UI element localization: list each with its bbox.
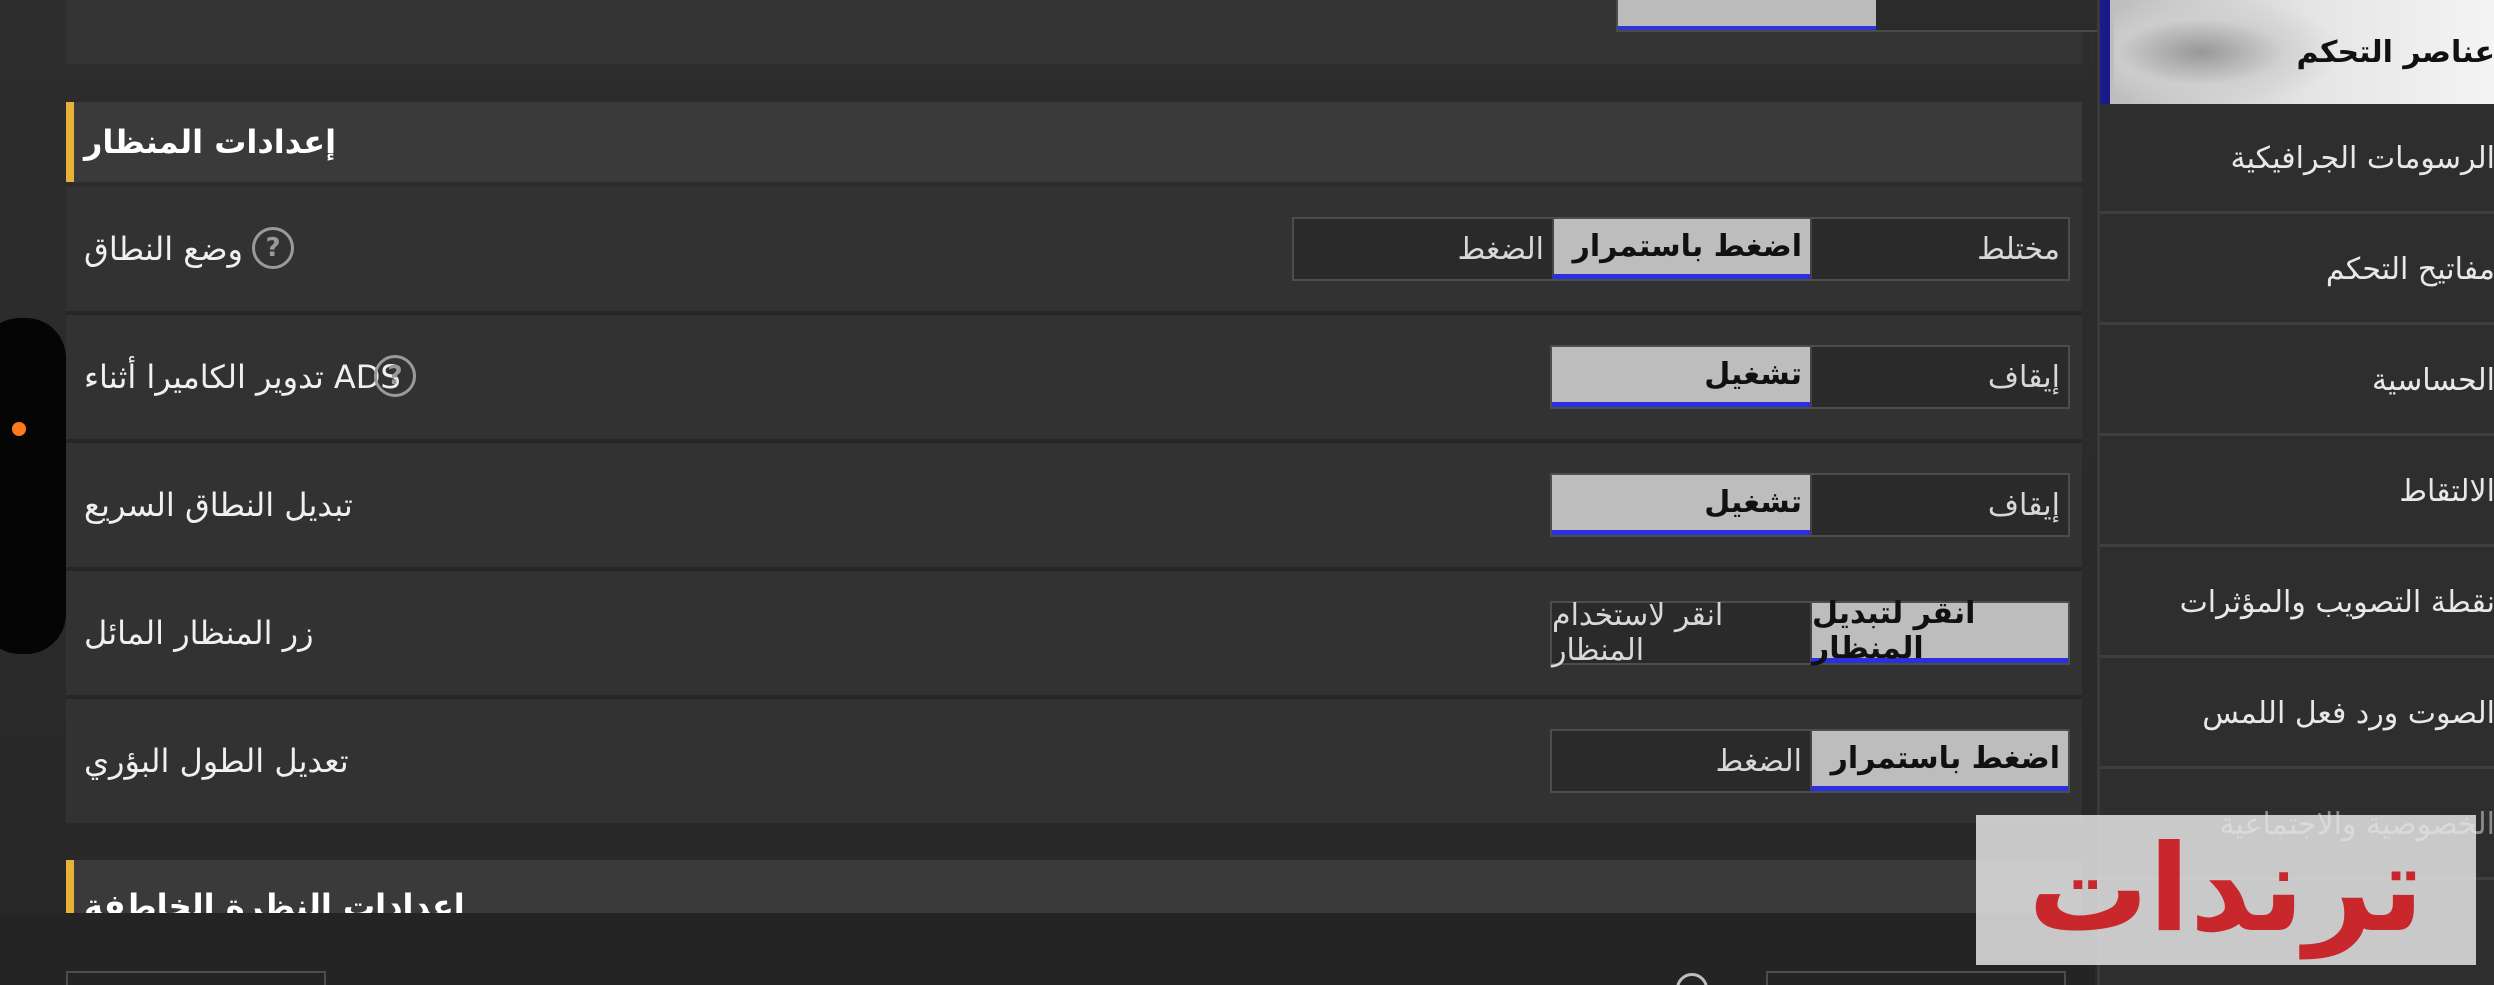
ads-rotation-segmented-control[interactable]: تشغيل إيقاف — [1550, 345, 2070, 409]
setting-label: وضع النطاق — [84, 230, 243, 268]
focal-length-segmented-control[interactable]: الضغط اضغط باستمرار — [1550, 729, 2070, 793]
option-off[interactable]: إيقاف — [1810, 475, 2068, 535]
canted-scope-segmented-control[interactable]: انقر لاستخدام المنظار انقر لتبديل المنظا… — [1550, 596, 2070, 668]
side-handle[interactable] — [0, 318, 66, 654]
setting-row-scope-mode: وضع النطاق ? الضغط اضغط باستمرار مختلط — [66, 187, 2082, 311]
settings-row-partial — [66, 0, 2133, 64]
sidebar-item-graphics[interactable]: الرسومات الجرافيكية — [2100, 106, 2494, 214]
setting-label: تبديل النطاق السريع — [84, 486, 353, 524]
option-on[interactable]: تشغيل — [1552, 475, 1810, 535]
option-press[interactable]: الضغط — [1552, 731, 1810, 791]
setting-label: تدوير الكاميرا أثناء ADS — [84, 358, 401, 396]
option-mixed[interactable]: مختلط — [1810, 219, 2068, 279]
setting-row-focal-length: تعديل الطول البؤري الضغط اضغط باستمرار — [66, 699, 2082, 823]
setting-row-canted-scope-button: زر المنظار المائل انقر لاستخدام المنظار … — [66, 571, 2082, 695]
section-header-scope: إعدادات المنظار — [66, 102, 2082, 182]
bottom-action-bar — [0, 913, 2095, 985]
setting-row-quick-scope-switch: تبديل النطاق السريع تشغيل إيقاف — [66, 443, 2082, 567]
sidebar-item-crosshair-effects[interactable]: نقطة التصويب والمؤثرات — [2100, 550, 2494, 658]
option-tap-to-use[interactable]: انقر لاستخدام المنظار — [1552, 598, 1810, 668]
bottom-circle-icon[interactable] — [1676, 973, 1708, 985]
option-off[interactable]: إيقاف — [1810, 347, 2068, 407]
watermark-logo: ترندات — [1976, 815, 2476, 965]
option-partial[interactable] — [1876, 0, 2131, 30]
sidebar-item-controls[interactable]: عناصر التحكم — [2100, 0, 2494, 104]
scope-mode-segmented-control[interactable]: الضغط اضغط باستمرار مختلط — [1292, 217, 2070, 281]
section-header-title: إعدادات المنظار — [84, 123, 337, 161]
bottom-left-button[interactable] — [66, 971, 326, 985]
notification-dot-icon — [12, 422, 26, 436]
setting-label: تعديل الطول البؤري — [84, 742, 349, 780]
option-hold[interactable]: اضغط باستمرار — [1810, 731, 2068, 791]
help-icon[interactable]: ? — [374, 355, 416, 397]
option-selected-partial[interactable] — [1618, 0, 1876, 30]
setting-row-ads-camera-rotation: تدوير الكاميرا أثناء ADS ? تشغيل إيقاف — [66, 315, 2082, 439]
sidebar-item-audio-haptics[interactable]: الصوت ورد فعل اللمس — [2100, 661, 2494, 769]
option-press[interactable]: الضغط — [1294, 219, 1552, 279]
setting-label: زر المنظار المائل — [84, 614, 314, 652]
option-on[interactable]: تشغيل — [1552, 347, 1810, 407]
section-header-title: إعدادات النظرة الخاطفة — [84, 887, 465, 913]
option-hold[interactable]: اضغط باستمرار — [1552, 219, 1810, 279]
option-tap-to-toggle[interactable]: انقر لتبديل المنظار — [1810, 596, 2068, 666]
sidebar-item-sensitivity[interactable]: الحساسية — [2100, 328, 2494, 436]
bottom-right-button[interactable] — [1766, 971, 2066, 985]
section-header-peek: إعدادات النظرة الخاطفة — [66, 860, 2082, 913]
help-icon[interactable]: ? — [252, 227, 294, 269]
quick-scope-segmented-control[interactable]: تشغيل إيقاف — [1550, 473, 2070, 537]
settings-main-panel: إعدادات المنظار وضع النطاق ? الضغط اضغط … — [0, 0, 2133, 985]
sidebar-item-pickup[interactable]: الالتقاط — [2100, 439, 2494, 547]
segmented-control-partial[interactable] — [1616, 0, 2133, 32]
sidebar-item-keybinds[interactable]: مفاتيح التحكم — [2100, 217, 2494, 325]
